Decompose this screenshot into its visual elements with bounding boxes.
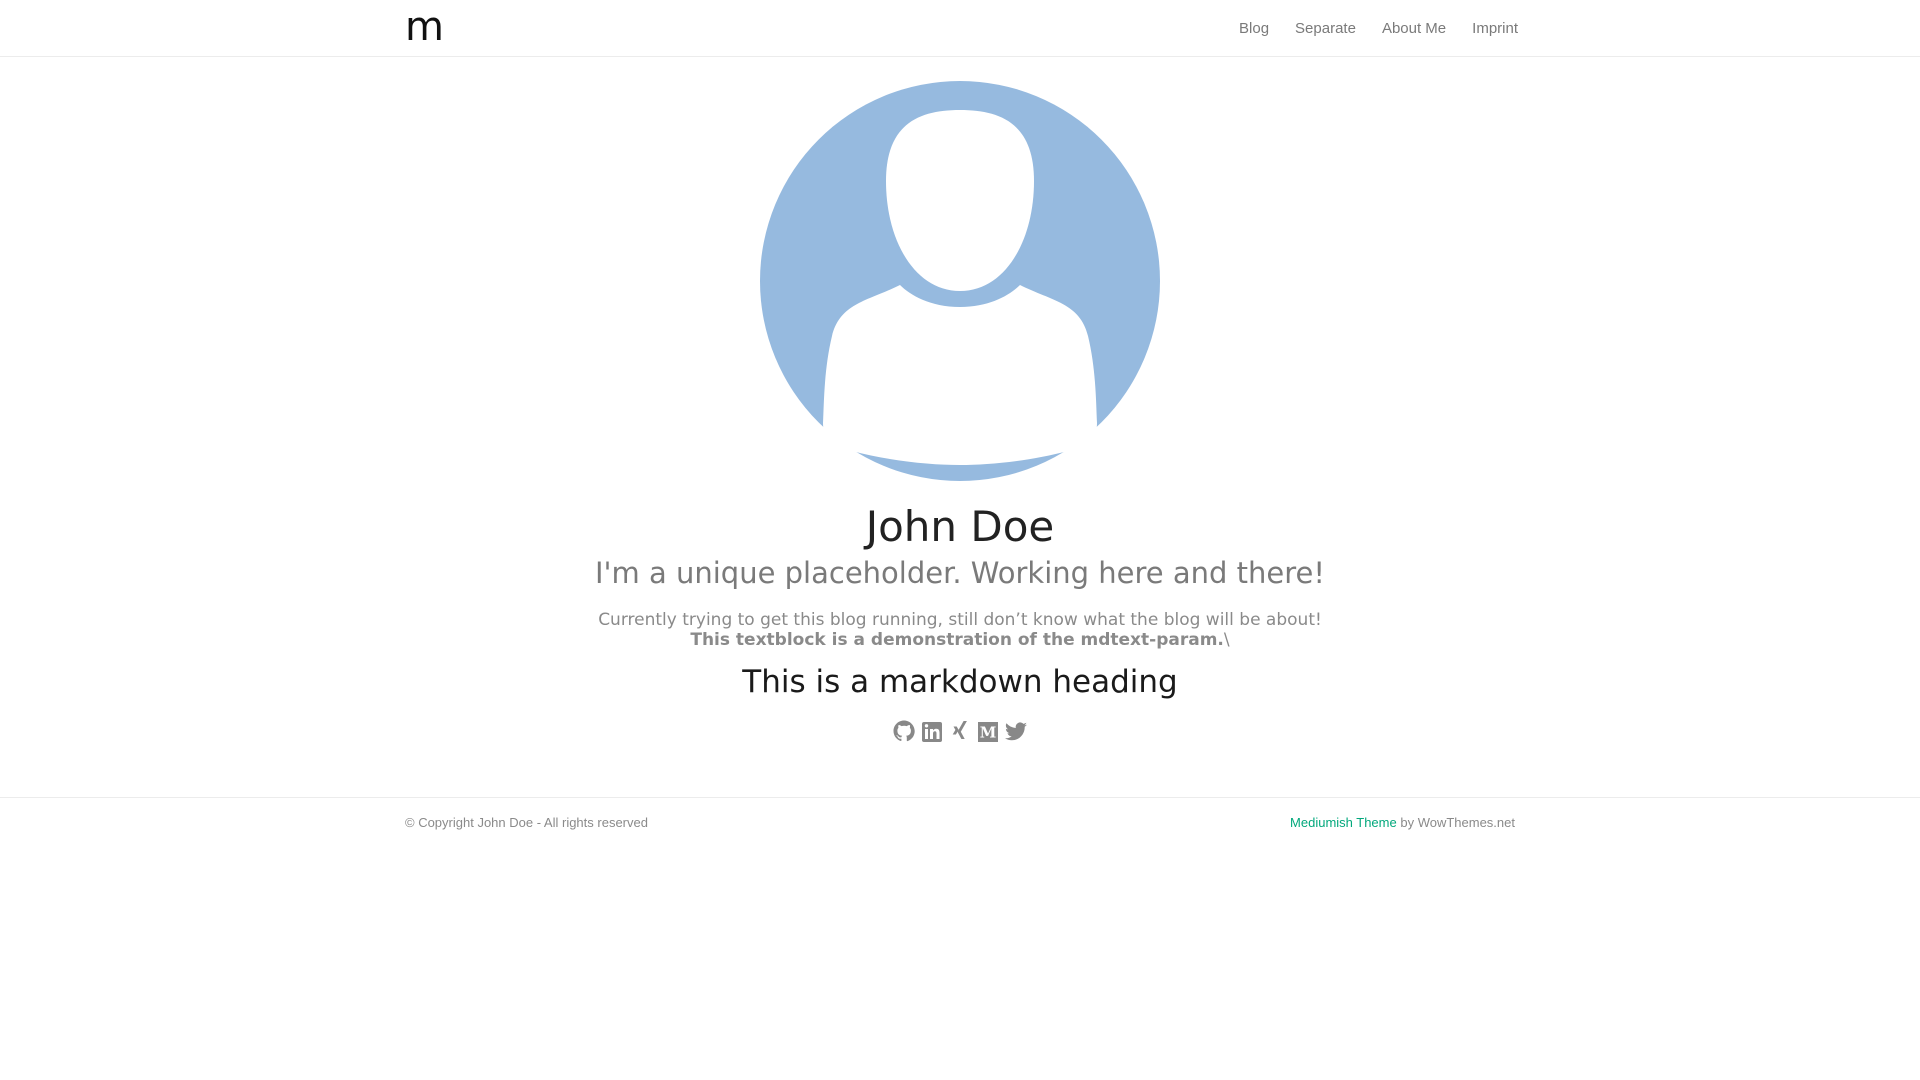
profile-description: Currently trying to get this blog runnin… <box>0 610 1920 650</box>
medium-icon: M <box>978 722 998 742</box>
markdown-heading: This is a markdown heading <box>742 664 1178 700</box>
profile-name: John Doe <box>865 502 1055 551</box>
description-demo-line: This textblock is a demonstration of the… <box>0 630 1920 650</box>
github-link[interactable] <box>892 718 916 744</box>
twitter-icon <box>1005 722 1027 741</box>
nav-link-blog[interactable]: Blog <box>1239 20 1269 37</box>
main-nav: Blog Separate About Me Imprint <box>1239 0 1518 56</box>
nav-link-about-me[interactable]: About Me <box>1382 20 1446 37</box>
profile-tagline: I'm a unique placeholder. Working here a… <box>595 556 1325 590</box>
linkedin-icon <box>922 722 942 742</box>
theme-link[interactable]: Mediumish Theme <box>1290 815 1397 830</box>
github-icon <box>893 720 915 742</box>
nav-link-separate[interactable]: Separate <box>1295 20 1356 37</box>
medium-link[interactable]: M <box>976 718 1000 744</box>
social-links: M <box>0 718 1920 744</box>
twitter-link[interactable] <box>1004 718 1028 744</box>
xing-link[interactable] <box>948 718 972 744</box>
footer: © Copyright John Doe - All rights reserv… <box>0 797 1920 847</box>
description-line: Currently trying to get this blog runnin… <box>598 610 1322 630</box>
description-suffix: \ <box>1223 630 1230 650</box>
credit-suffix: by WowThemes.net <box>1396 815 1515 830</box>
footer-copyright: © Copyright John Doe - All rights reserv… <box>405 815 648 830</box>
svg-text:M: M <box>980 724 997 742</box>
top-navbar: m Blog Separate About Me Imprint <box>0 0 1920 57</box>
linkedin-link[interactable] <box>920 718 944 744</box>
xing-icon <box>952 721 967 739</box>
brand-logo-link[interactable]: m <box>405 2 444 52</box>
footer-credit: Mediumish Theme by WowThemes.net <box>1290 815 1515 830</box>
user-placeholder-icon <box>760 81 1160 481</box>
description-bold-text: This textblock is a demonstration of the… <box>690 630 1224 650</box>
nav-link-imprint[interactable]: Imprint <box>1472 20 1518 37</box>
